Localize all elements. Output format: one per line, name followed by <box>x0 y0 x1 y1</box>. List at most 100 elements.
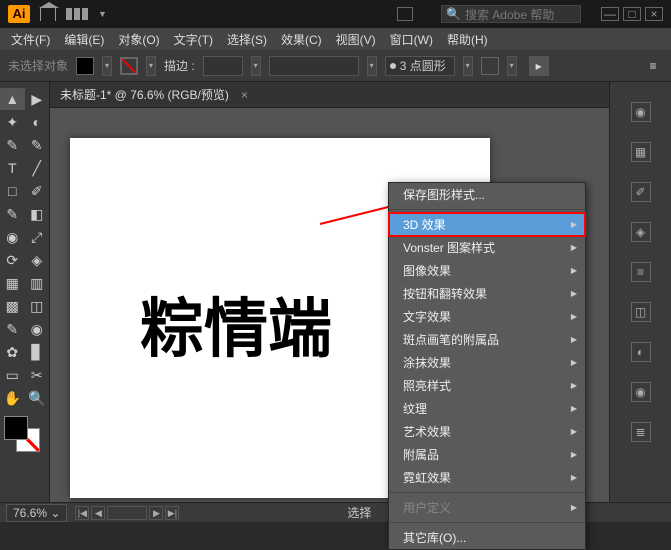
slice-tool[interactable]: ✂ <box>25 364 50 386</box>
artboard-tool[interactable]: ▭ <box>0 364 25 386</box>
layers-panel-icon[interactable]: ≣ <box>631 422 651 442</box>
menu-item-texture[interactable]: 纹理 <box>389 397 585 420</box>
stroke-swatch[interactable] <box>120 57 138 75</box>
maximize-button[interactable]: □ <box>623 7 641 21</box>
width-tool[interactable]: ⟳ <box>0 249 25 271</box>
menu-item-illuminate[interactable]: 照亮样式 <box>389 374 585 397</box>
rotate-tool[interactable]: ◉ <box>0 226 25 248</box>
home-icon[interactable] <box>40 7 56 21</box>
close-tab-icon[interactable]: × <box>241 88 248 102</box>
lasso-tool[interactable]: ◐ <box>25 111 50 133</box>
stroke-weight-dropdown[interactable]: ▾ <box>251 56 261 76</box>
stroke-panel-icon[interactable]: ≡ <box>631 262 651 282</box>
nav-last[interactable]: ▶| <box>165 506 179 520</box>
eraser-tool[interactable]: ◧ <box>25 203 50 225</box>
appearance-panel-icon[interactable]: ◉ <box>631 382 651 402</box>
menu-edit[interactable]: 编辑(E) <box>59 29 109 50</box>
panel-menu-icon[interactable]: ≡ <box>643 56 663 76</box>
menu-item-neon[interactable]: 霓虹效果 <box>389 466 585 489</box>
direct-selection-tool[interactable]: ▶ <box>25 88 50 110</box>
eyedropper-tool[interactable]: ✎ <box>0 318 25 340</box>
brush-field[interactable] <box>269 56 359 76</box>
scale-tool[interactable]: ⤢ <box>25 226 50 248</box>
stroke-weight[interactable] <box>203 56 243 76</box>
nav-first[interactable]: |◀ <box>75 506 89 520</box>
menu-view[interactable]: 视图(V) <box>331 29 381 50</box>
transparency-panel-icon[interactable]: ◐ <box>631 342 651 362</box>
menu-select[interactable]: 选择(S) <box>222 29 272 50</box>
menu-help[interactable]: 帮助(H) <box>442 29 493 50</box>
stroke-style-field[interactable]: 3 点圆形 <box>385 56 455 76</box>
menu-item-user-defined[interactable]: 用户定义 <box>389 496 585 519</box>
menu-item-3d-effects[interactable]: 3D 效果 <box>389 213 585 236</box>
app-logo: Ai <box>8 5 30 23</box>
menu-item-save-style[interactable]: 保存图形样式... <box>389 183 585 206</box>
type-tool[interactable]: T <box>0 157 25 179</box>
hand-tool[interactable]: ✋ <box>0 387 25 409</box>
menu-item-other-library[interactable]: 其它库(O)... <box>389 526 585 549</box>
minimize-button[interactable]: — <box>601 7 619 21</box>
graphic-styles-icon[interactable]: ▸ <box>529 56 549 76</box>
document-tab[interactable]: 未标题-1* @ 76.6% (RGB/预览)× <box>50 82 609 108</box>
gradient-panel-icon[interactable]: ◫ <box>631 302 651 322</box>
blend-tool[interactable]: ◉ <box>25 318 50 340</box>
style-dropdown[interactable]: ▾ <box>463 56 473 76</box>
selection-tool[interactable]: ▲ <box>0 88 25 110</box>
color-swatches[interactable] <box>4 416 45 452</box>
zoom-level[interactable]: 76.6% <box>6 504 67 522</box>
menu-item-additions[interactable]: 附属品 <box>389 443 585 466</box>
perspective-tool[interactable]: ▥ <box>25 272 50 294</box>
opacity-dropdown[interactable]: ▾ <box>507 56 517 76</box>
menu-item-scribble[interactable]: 斑点画笔的附属品 <box>389 328 585 351</box>
pen-tool[interactable]: ✎ <box>0 134 25 156</box>
nav-prev[interactable]: ◀ <box>91 506 105 520</box>
symbols-panel-icon[interactable]: ◈ <box>631 222 651 242</box>
stroke-dropdown[interactable]: ▾ <box>146 56 156 76</box>
menu-item-smudge[interactable]: 涂抹效果 <box>389 351 585 374</box>
brush-tool[interactable]: ✐ <box>25 180 50 202</box>
search-placeholder: 搜索 Adobe 帮助 <box>465 6 554 23</box>
arrange-dropdown-icon[interactable]: ▼ <box>98 9 107 19</box>
magic-wand-tool[interactable]: ✦ <box>0 111 25 133</box>
selection-status: 未选择对象 <box>8 57 68 74</box>
menu-object[interactable]: 对象(O) <box>113 29 164 50</box>
menu-item-vonster[interactable]: Vonster 图案样式 <box>389 236 585 259</box>
arrange-docs-icon[interactable] <box>66 8 88 20</box>
swatches-panel-icon[interactable]: ▦ <box>631 142 651 162</box>
menu-item-image-effects[interactable]: 图像效果 <box>389 259 585 282</box>
close-button[interactable]: × <box>645 7 663 21</box>
shape-builder-tool[interactable]: ▦ <box>0 272 25 294</box>
free-transform-tool[interactable]: ◈ <box>25 249 50 271</box>
shaper-tool[interactable]: ✎ <box>0 203 25 225</box>
mesh-tool[interactable]: ▩ <box>0 295 25 317</box>
nav-next[interactable]: ▶ <box>149 506 163 520</box>
search-icon: 🔍 <box>446 7 461 21</box>
line-tool[interactable]: ╱ <box>25 157 50 179</box>
styles-library-menu: 保存图形样式... 3D 效果 Vonster 图案样式 图像效果 按钮和翻转效… <box>388 182 586 550</box>
symbol-tool[interactable]: ✿ <box>0 341 25 363</box>
graph-tool[interactable]: ▊ <box>25 341 50 363</box>
opacity-swatch[interactable] <box>481 57 499 75</box>
stroke-style-value: 3 点圆形 <box>400 57 446 74</box>
brushes-panel-icon[interactable]: ✐ <box>631 182 651 202</box>
color-panel-icon[interactable]: ◉ <box>631 102 651 122</box>
right-panel: ◉ ▦ ✐ ◈ ≡ ◫ ◐ ◉ ≣ <box>609 82 671 502</box>
status-tool: 选择 <box>347 504 371 521</box>
menu-window[interactable]: 窗口(W) <box>385 29 438 50</box>
nav-page[interactable] <box>107 506 147 520</box>
menu-item-text-effects[interactable]: 文字效果 <box>389 305 585 328</box>
fill-swatch[interactable] <box>76 57 94 75</box>
search-input[interactable]: 🔍 搜索 Adobe 帮助 <box>441 5 581 23</box>
gradient-tool[interactable]: ◫ <box>25 295 50 317</box>
menu-type[interactable]: 文字(T) <box>169 29 218 50</box>
menu-item-artistic[interactable]: 艺术效果 <box>389 420 585 443</box>
cascade-icon[interactable] <box>397 7 413 21</box>
curvature-tool[interactable]: ✎ <box>25 134 50 156</box>
brush-dropdown[interactable]: ▾ <box>367 56 377 76</box>
fill-dropdown[interactable]: ▾ <box>102 56 112 76</box>
menu-file[interactable]: 文件(F) <box>6 29 55 50</box>
rectangle-tool[interactable]: □ <box>0 180 25 202</box>
zoom-tool[interactable]: 🔍 <box>25 387 50 409</box>
menu-item-button-rollover[interactable]: 按钮和翻转效果 <box>389 282 585 305</box>
menu-effect[interactable]: 效果(C) <box>276 29 327 50</box>
